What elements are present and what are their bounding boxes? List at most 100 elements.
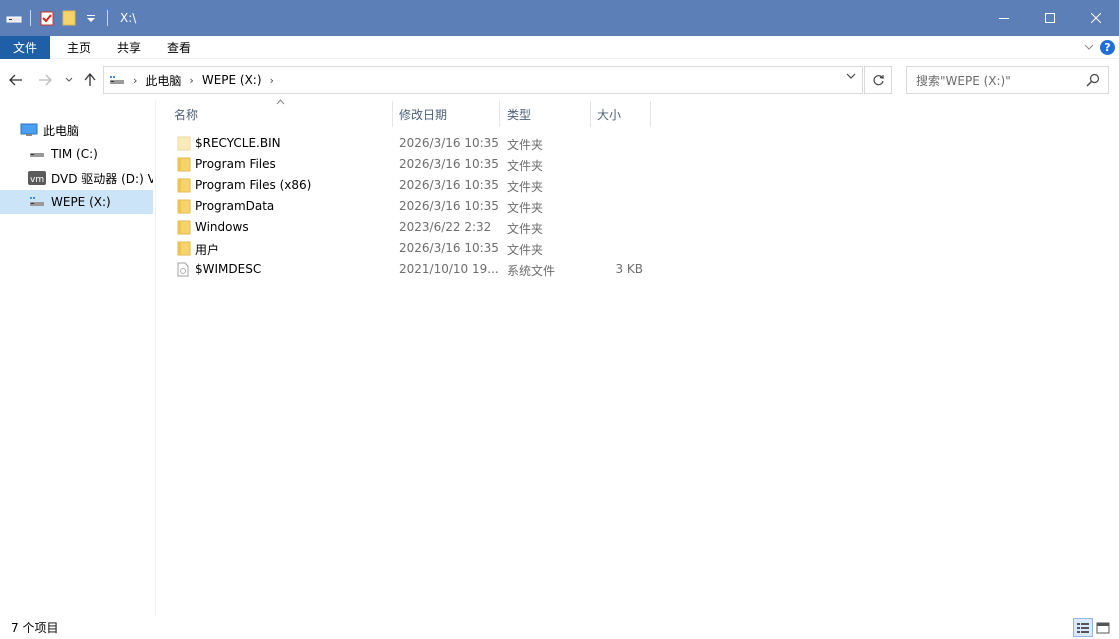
large-icons-view-icon xyxy=(1096,622,1110,633)
properties-icon[interactable] xyxy=(39,10,55,26)
new-folder-icon[interactable] xyxy=(61,10,77,26)
address-dropdown-icon[interactable] xyxy=(846,72,856,83)
large-icons-view-button[interactable] xyxy=(1093,618,1113,637)
file-name: Program Files xyxy=(195,157,276,171)
folder-icon xyxy=(177,241,191,256)
arrow-right-icon xyxy=(39,74,52,86)
sidebar-item-label: WEPE (X:) xyxy=(51,195,111,209)
computer-icon xyxy=(20,123,38,137)
file-date: 2023/6/22 2:32 xyxy=(399,220,492,234)
column-header-name[interactable]: 名称 xyxy=(167,101,393,127)
tab-share[interactable]: 共享 xyxy=(104,36,154,59)
breadcrumb-this-pc[interactable]: 此电脑 xyxy=(145,72,181,89)
file-date: 2026/3/16 10:35 xyxy=(399,157,499,171)
table-row[interactable]: 用户 2026/3/16 10:35 文件夹 xyxy=(171,238,651,259)
file-name: ProgramData xyxy=(195,199,275,213)
refresh-icon xyxy=(872,74,884,85)
drive-icon xyxy=(28,147,46,161)
navigation-pane: 此电脑 TIM (C:) vm DVD 驱动器 (D:) V WEPE (X:) xyxy=(0,101,156,616)
file-name: $WIMDESC xyxy=(195,262,262,276)
column-headers: 名称 修改日期 类型 大小 xyxy=(157,99,1119,127)
toolbar-divider xyxy=(107,10,108,26)
file-type: 系统文件 xyxy=(507,264,556,278)
sidebar-item-label: TIM (C:) xyxy=(51,147,98,161)
up-button[interactable] xyxy=(79,69,101,91)
quick-access-toolbar xyxy=(0,0,116,36)
details-view-button[interactable] xyxy=(1073,618,1093,637)
sidebar-item-tim-c[interactable]: TIM (C:) xyxy=(0,142,153,166)
expand-ribbon-icon[interactable] xyxy=(1084,41,1094,54)
sidebar-item-this-pc[interactable]: 此电脑 xyxy=(0,118,153,142)
navigation-bar: › 此电脑 › WEPE (X:) › 搜索"WEPE (X:)" xyxy=(0,59,1119,101)
table-row[interactable]: $WIMDESC 2021/10/10 19... 系统文件 3 KB xyxy=(171,259,651,280)
minimize-button[interactable] xyxy=(981,0,1027,36)
file-type: 文件夹 xyxy=(507,222,544,236)
sidebar-item-label: DVD 驱动器 (D:) V xyxy=(51,171,153,186)
drive-app-icon[interactable] xyxy=(6,10,22,26)
table-row[interactable]: Program Files 2026/3/16 10:35 文件夹 xyxy=(171,154,651,175)
file-date: 2026/3/16 10:35 xyxy=(399,136,499,150)
breadcrumb-separator-icon[interactable]: › xyxy=(189,74,193,87)
breadcrumb-separator-icon[interactable]: › xyxy=(133,74,137,87)
toolbar-divider xyxy=(30,10,31,26)
close-icon xyxy=(1091,13,1101,23)
file-date: 2026/3/16 10:35 xyxy=(399,199,499,213)
window-title: X:\ xyxy=(120,11,137,25)
breadcrumb-separator-icon[interactable]: › xyxy=(270,74,274,87)
address-bar[interactable]: › 此电脑 › WEPE (X:) › xyxy=(103,66,863,94)
chevron-down-icon xyxy=(65,77,73,82)
table-row[interactable]: Windows 2023/6/22 2:32 文件夹 xyxy=(171,217,651,238)
table-row[interactable]: $RECYCLE.BIN 2026/3/16 10:35 文件夹 xyxy=(171,133,651,154)
arrow-left-icon xyxy=(9,74,22,86)
file-date: 2021/10/10 19... xyxy=(399,262,499,276)
table-row[interactable]: Program Files (x86) 2026/3/16 10:35 文件夹 xyxy=(171,175,651,196)
column-header-size[interactable]: 大小 xyxy=(590,101,651,127)
file-name: $RECYCLE.BIN xyxy=(195,136,281,150)
file-type: 文件夹 xyxy=(507,159,544,173)
forward-button[interactable] xyxy=(34,69,56,91)
tab-file[interactable]: 文件 xyxy=(0,35,50,59)
tab-home[interactable]: 主页 xyxy=(54,36,104,59)
maximize-button[interactable] xyxy=(1027,0,1073,36)
column-header-type[interactable]: 类型 xyxy=(500,101,591,127)
table-row[interactable]: ProgramData 2026/3/16 10:35 文件夹 xyxy=(171,196,651,217)
system-file-icon xyxy=(177,262,191,277)
search-icon[interactable] xyxy=(1086,73,1100,87)
drive-icon xyxy=(109,74,125,86)
title-bar: X:\ xyxy=(0,0,1119,36)
vm-dvd-icon: vm xyxy=(28,171,46,185)
refresh-button[interactable] xyxy=(864,66,892,94)
folder-icon xyxy=(177,220,191,235)
column-header-date[interactable]: 修改日期 xyxy=(392,101,500,127)
folder-icon xyxy=(177,136,191,151)
details-view-icon xyxy=(1077,622,1089,633)
file-size: 3 KB xyxy=(615,262,643,276)
customize-toolbar-icon[interactable] xyxy=(83,10,99,26)
minimize-icon xyxy=(999,18,1009,19)
arrow-up-icon xyxy=(84,73,96,86)
svg-text:vm: vm xyxy=(30,175,44,185)
item-count: 7 个项目 xyxy=(11,621,59,635)
file-date: 2026/3/16 10:35 xyxy=(399,241,499,255)
drive-icon xyxy=(28,195,46,209)
maximize-icon xyxy=(1045,13,1055,23)
search-input[interactable]: 搜索"WEPE (X:)" xyxy=(906,66,1109,94)
file-name: Program Files (x86) xyxy=(195,178,312,192)
file-date: 2026/3/16 10:35 xyxy=(399,178,499,192)
back-button[interactable] xyxy=(5,69,27,91)
sidebar-item-wepe-x[interactable]: WEPE (X:) xyxy=(0,190,153,214)
file-name: 用户 xyxy=(195,243,220,257)
sidebar-item-dvd-d[interactable]: vm DVD 驱动器 (D:) V xyxy=(0,166,153,190)
tab-view[interactable]: 查看 xyxy=(154,36,204,59)
recent-locations-button[interactable] xyxy=(58,69,80,91)
sidebar-item-label: 此电脑 xyxy=(43,123,80,138)
file-type: 文件夹 xyxy=(507,201,544,215)
file-type: 文件夹 xyxy=(507,180,544,194)
file-type: 文件夹 xyxy=(507,243,544,257)
search-placeholder: 搜索"WEPE (X:)" xyxy=(916,73,1011,88)
file-list: 名称 修改日期 类型 大小 $RECYCLE.BIN 2026/3/16 10:3… xyxy=(157,99,1119,616)
ribbon-tabs: 文件 主页 共享 查看 ? xyxy=(0,35,1119,59)
help-icon[interactable]: ? xyxy=(1100,40,1115,55)
close-button[interactable] xyxy=(1073,0,1119,36)
breadcrumb-wepe[interactable]: WEPE (X:) xyxy=(202,73,262,87)
